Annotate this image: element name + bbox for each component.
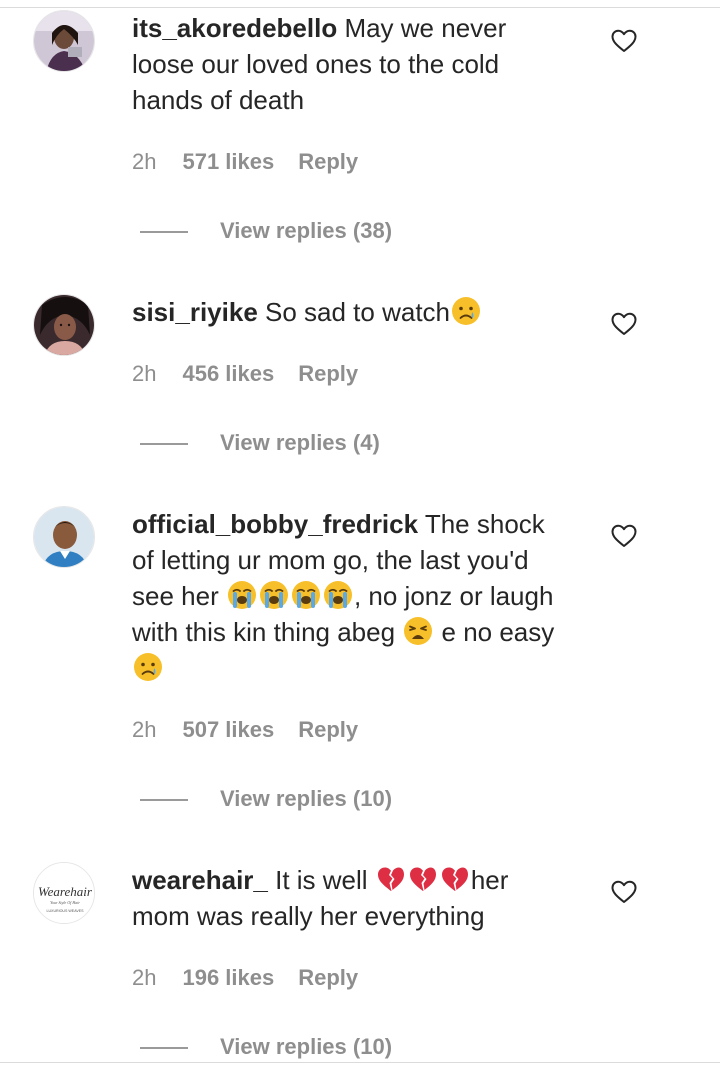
comment-username[interactable]: official_bobby_fredrick [132,509,418,539]
comment-meta: 2h 196 likes Reply [132,963,358,993]
comment-message-end: e no easy [441,617,555,647]
broken-heart-emoji [408,864,438,894]
comment-meta: 2h 507 likes Reply [132,715,358,745]
comment-timestamp: 2h [132,717,157,742]
comment-likes-count[interactable]: 456 likes [182,359,274,389]
loudly-crying-face-emoji [227,580,257,610]
reply-button[interactable]: Reply [298,359,358,389]
avatar[interactable] [33,294,95,356]
comment-timestamp: 2h [132,149,157,174]
view-replies-label[interactable]: View replies (10) [220,1034,392,1059]
view-replies[interactable]: View replies (4) [140,428,380,458]
wearehair-logo: Wearehair Your Style Of Hair LUXURIOUS W… [34,863,94,923]
comment-timestamp: 2h [132,361,157,386]
loudly-crying-face-emoji [291,580,321,610]
broken-heart-emoji [376,864,406,894]
reply-button[interactable]: Reply [298,715,358,745]
view-replies[interactable]: View replies (10) [140,1032,392,1062]
reply-button[interactable]: Reply [298,147,358,177]
loudly-crying-face-emoji [259,580,289,610]
like-heart-icon[interactable] [611,312,637,336]
crying-face-emoji [133,652,163,682]
replies-divider [140,230,188,233]
comment-message: It is well [275,865,368,895]
like-heart-icon[interactable] [611,524,637,548]
broken-heart-emoji [440,864,470,894]
loudly-crying-face-emoji [323,580,353,610]
comment-timestamp: 2h [132,965,157,990]
comment-username[interactable]: sisi_riyike [132,297,258,327]
logo-sub: LUXURIOUS WEAVES [46,909,84,913]
comment-likes-count[interactable]: 507 likes [182,715,274,745]
comment-meta: 2h 571 likes Reply [132,147,358,177]
comment-likes-count[interactable]: 571 likes [182,147,274,177]
avatar[interactable] [33,10,95,72]
view-replies-label[interactable]: View replies (10) [220,786,392,811]
comment-username[interactable]: wearehair_ [132,865,268,895]
weary-face-emoji [403,616,433,646]
like-heart-icon[interactable] [611,880,637,904]
comment-text: its_akoredebello May we never loose our … [132,10,572,118]
replies-divider [140,798,188,801]
comment-text: official_bobby_fredrick The shock of let… [132,506,572,686]
reply-button[interactable]: Reply [298,963,358,993]
comment-text: wearehair_ It is well her mom was really… [132,862,572,934]
logo-brand: Wearehair [38,884,93,899]
view-replies[interactable]: View replies (38) [140,216,392,246]
logo-tagline: Your Style Of Hair [50,900,80,905]
top-divider [0,0,720,8]
crying-face-emoji [451,296,481,326]
comment-meta: 2h 456 likes Reply [132,359,358,389]
replies-divider [140,442,188,445]
view-replies[interactable]: View replies (10) [140,784,392,814]
replies-divider [140,1046,188,1049]
view-replies-label[interactable]: View replies (4) [220,430,380,455]
bottom-divider [0,1062,720,1063]
comment-username[interactable]: its_akoredebello [132,13,337,43]
avatar[interactable]: Wearehair Your Style Of Hair LUXURIOUS W… [33,862,95,924]
comment-text: sisi_riyike So sad to watch [132,294,572,330]
view-replies-label[interactable]: View replies (38) [220,218,392,243]
avatar[interactable] [33,506,95,568]
comment-message: So sad to watch [265,297,451,327]
comment-likes-count[interactable]: 196 likes [182,963,274,993]
like-heart-icon[interactable] [611,29,637,53]
